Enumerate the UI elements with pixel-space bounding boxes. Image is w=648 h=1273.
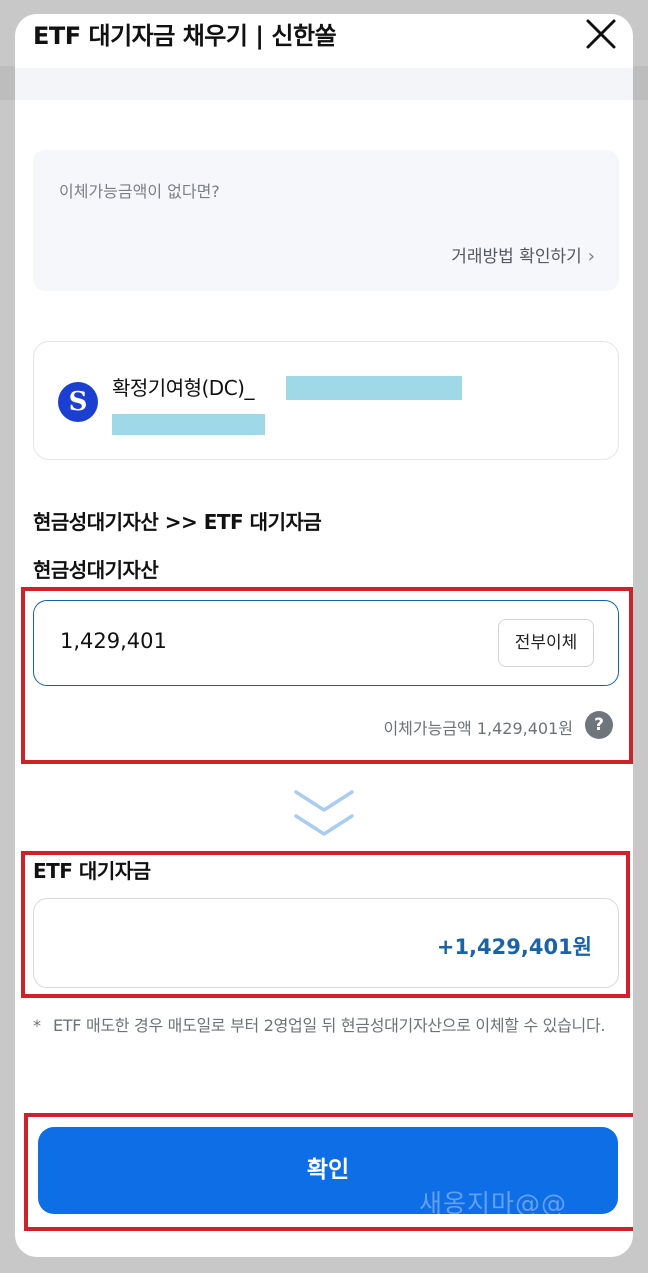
chevron-right-icon: › (587, 246, 595, 267)
highlight-box-source (21, 587, 633, 764)
redacted-account-detail (112, 414, 265, 435)
redacted-account-number (286, 376, 462, 400)
account-name: 확정기여형(DC)_ (112, 376, 254, 400)
account-card[interactable]: S 확정기여형(DC)_ (33, 341, 619, 460)
sheet-title: ETF 대기자금 채우기 | 신한쏠 (33, 22, 337, 50)
bottom-sheet: ETF 대기자금 채우기 | 신한쏠 이체가능금액이 없다면? 거래방법 확인하… (15, 14, 633, 1257)
double-chevron-down-icon (292, 786, 356, 846)
highlight-box-destination (21, 851, 630, 998)
notice-star: * (33, 1016, 41, 1035)
info-box: 이체가능금액이 없다면? 거래방법 확인하기 › (33, 150, 619, 291)
header-divider-band (15, 68, 633, 100)
transfer-flow-label: 현금성대기자산 >> ETF 대기자금 (33, 510, 322, 534)
how-to-trade-label: 거래방법 확인하기 (451, 247, 582, 267)
how-to-trade-link[interactable]: 거래방법 확인하기 › (451, 242, 595, 267)
close-icon[interactable] (583, 16, 619, 52)
sheet-header: ETF 대기자금 채우기 | 신한쏠 (15, 14, 633, 68)
notice-text: * ETF 매도한 경우 매도일로 부터 2영업일 뒤 현금성대기자산으로 이체할… (33, 1012, 621, 1040)
info-question: 이체가능금액이 없다면? (59, 182, 220, 201)
highlight-box-confirm (24, 1113, 633, 1231)
shinhan-logo-icon: S (58, 382, 98, 422)
notice-body: ETF 매도한 경우 매도일로 부터 2영업일 뒤 현금성대기자산으로 이체할 … (53, 1016, 606, 1035)
source-label: 현금성대기자산 (33, 558, 159, 582)
